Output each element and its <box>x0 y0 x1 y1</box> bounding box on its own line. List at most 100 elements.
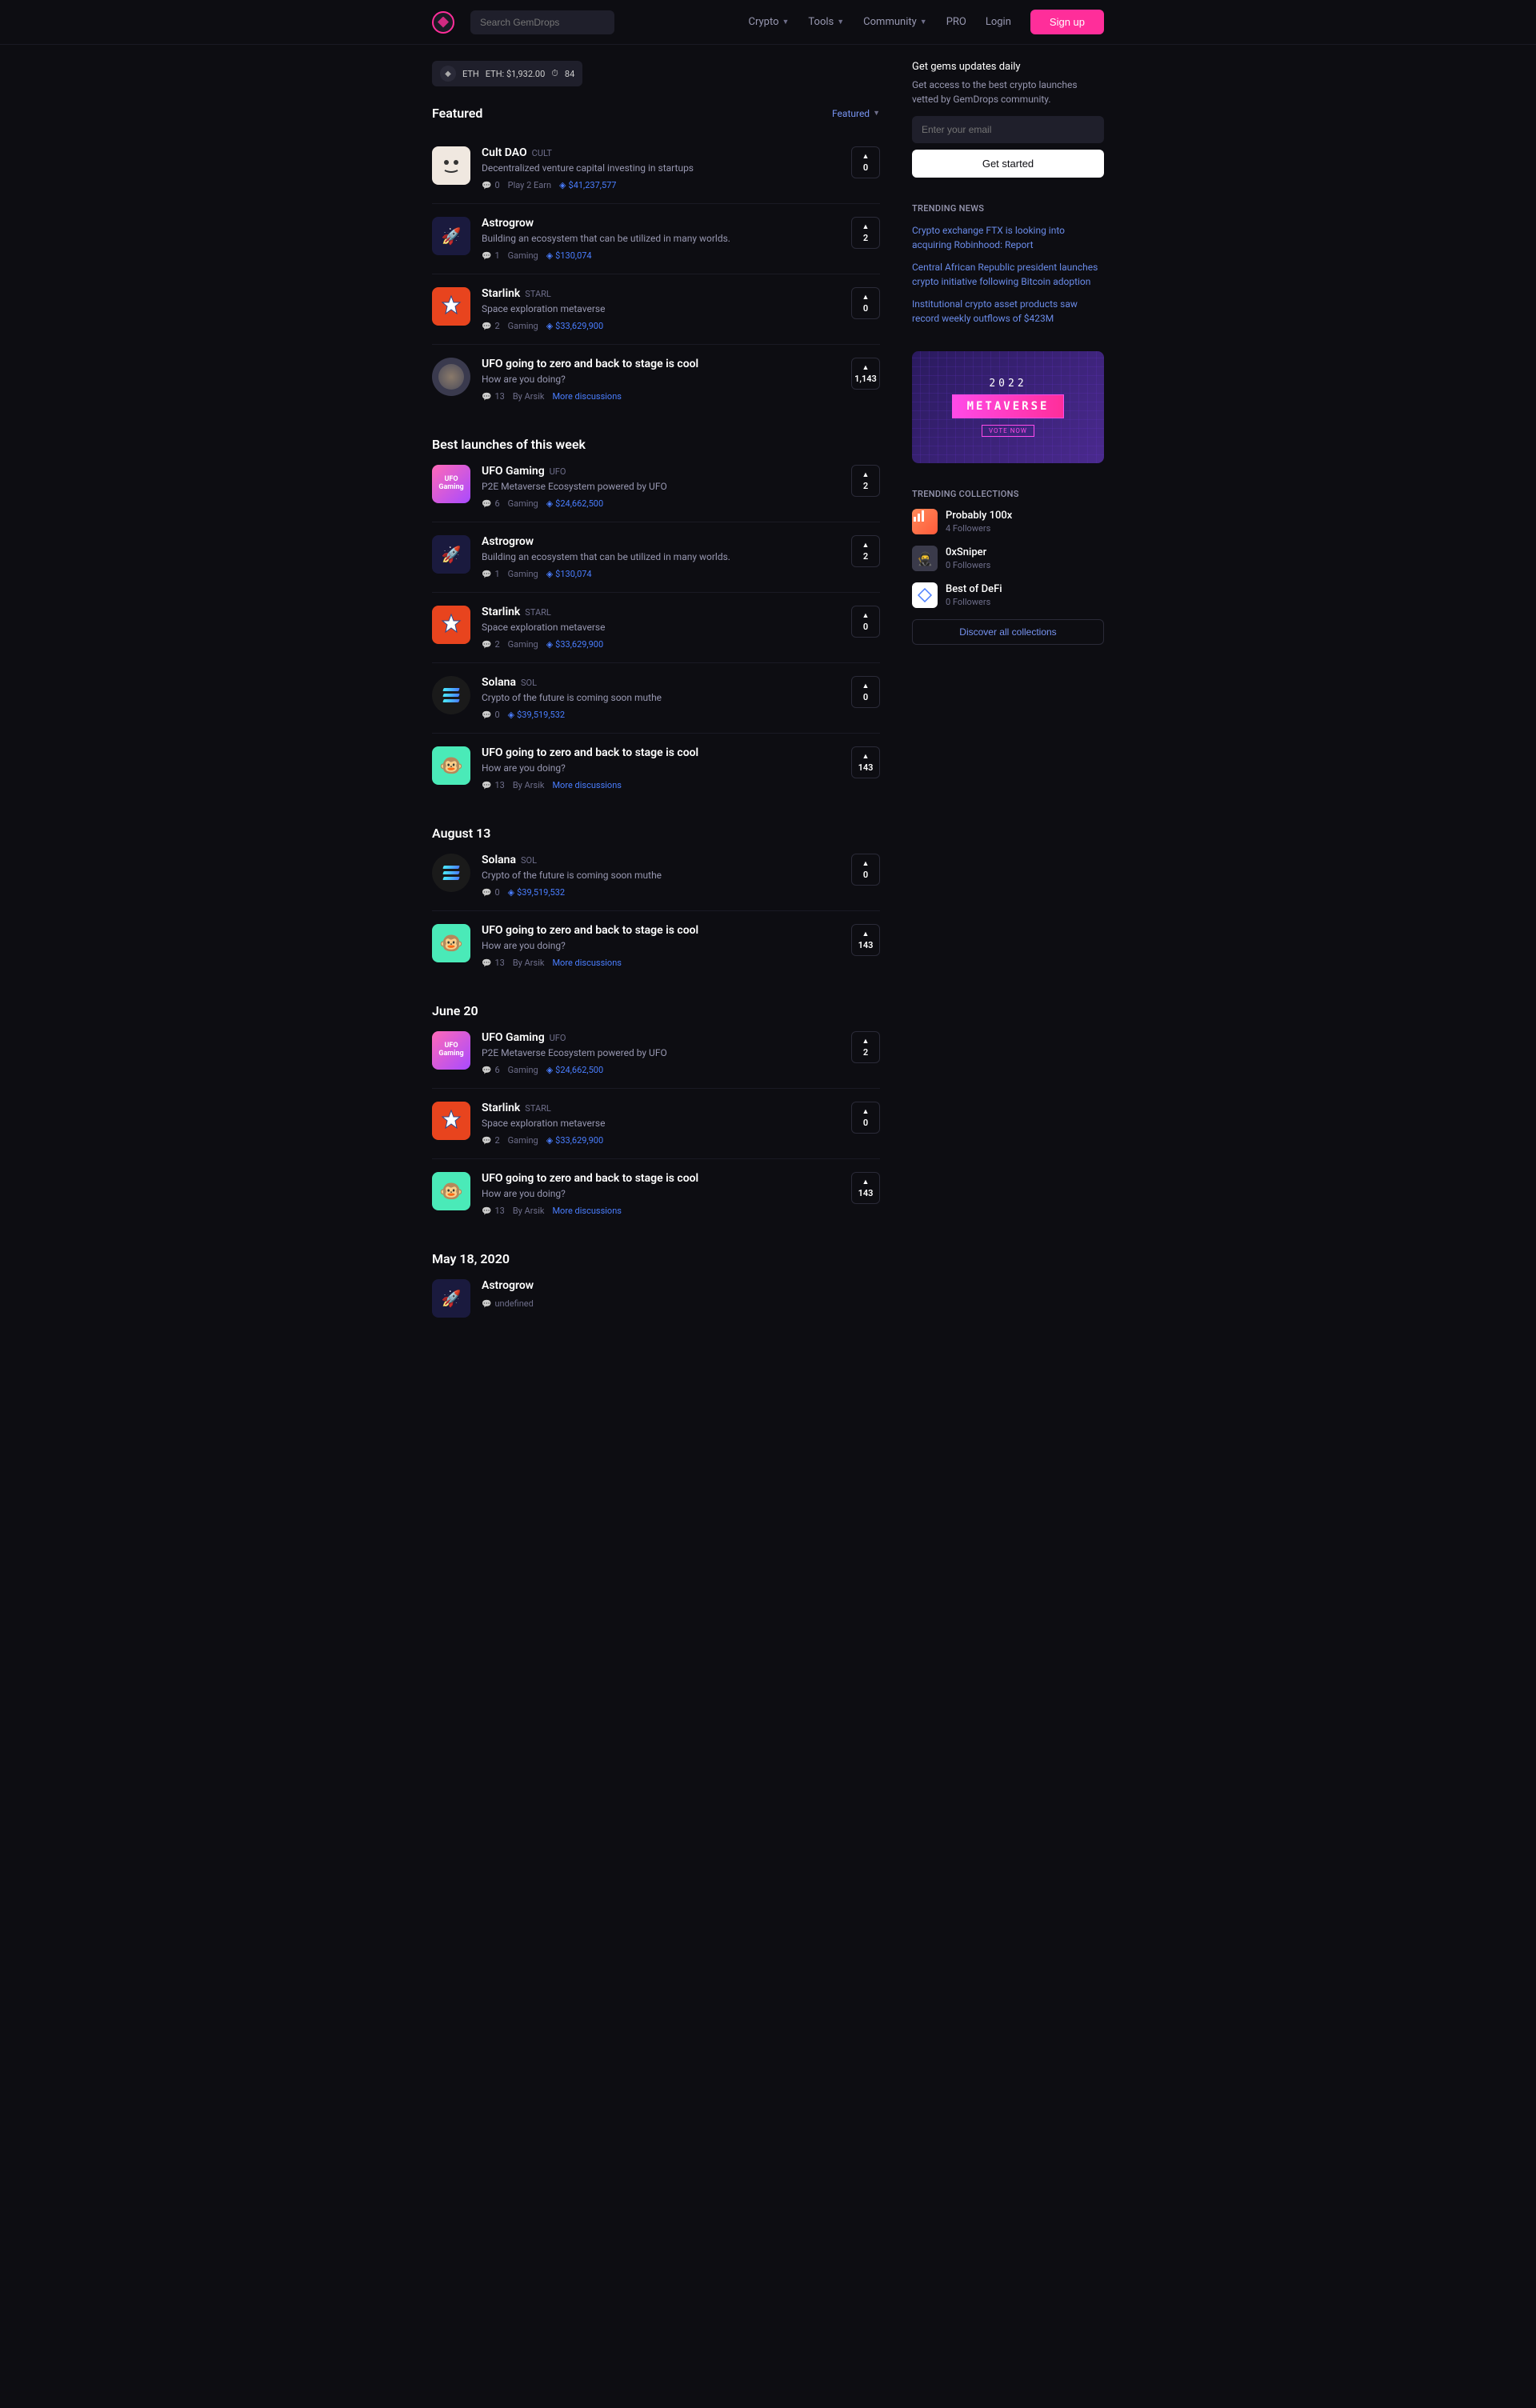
launch-card[interactable]: UFOGaming UFO Gaming UFO P2E Metaverse E… <box>432 1018 880 1089</box>
more-discussions[interactable]: More discussions <box>552 391 622 402</box>
upvote-button[interactable]: ▲ 143 <box>851 746 880 778</box>
launch-card[interactable]: UFOGaming UFO Gaming UFO P2E Metaverse E… <box>432 452 880 522</box>
category-tag[interactable]: Gaming <box>508 498 538 509</box>
up-arrow-icon: ▲ <box>862 1178 870 1186</box>
promo-banner[interactable]: 2022 METAVERSE VOTE NOW <box>912 351 1104 463</box>
more-discussions[interactable]: More discussions <box>552 1206 622 1216</box>
market-cap: $39,519,532 <box>508 887 565 898</box>
logo[interactable] <box>432 11 454 34</box>
card-name: Astrogrow <box>482 535 534 548</box>
card-name: Starlink <box>482 1102 520 1114</box>
category-tag[interactable]: Gaming <box>508 569 538 579</box>
upvote-button[interactable]: ▲ 143 <box>851 1172 880 1204</box>
market-cap: $39,519,532 <box>508 710 565 720</box>
author[interactable]: By Arsik <box>513 780 545 790</box>
upvote-button[interactable]: ▲ 2 <box>851 535 880 567</box>
nav-crypto[interactable]: Crypto▼ <box>749 16 790 28</box>
launch-card[interactable]: 🐵 UFO going to zero and back to stage is… <box>432 911 880 981</box>
comment-count: 13 <box>482 958 505 968</box>
category-tag[interactable]: Gaming <box>508 250 538 261</box>
solana-icon <box>432 854 470 892</box>
launch-card[interactable]: Starlink STARL Space exploration metaver… <box>432 593 880 663</box>
collection-followers: 4 Followers <box>946 523 1012 534</box>
comment-count: 2 <box>482 1135 500 1146</box>
card-description: Building an ecosystem that can be utiliz… <box>482 233 840 244</box>
category-tag[interactable]: Gaming <box>508 639 538 650</box>
vote-count: 2 <box>863 481 868 491</box>
launch-card[interactable]: 🐵 UFO going to zero and back to stage is… <box>432 1159 880 1229</box>
signup-button[interactable]: Sign up <box>1030 10 1104 34</box>
trending-collections-title: TRENDING COLLECTIONS <box>912 489 1104 499</box>
nav-tools[interactable]: Tools▼ <box>808 16 844 28</box>
launch-card[interactable]: Starlink STARL Space exploration metaver… <box>432 274 880 345</box>
vote-count: 0 <box>863 692 868 702</box>
email-input[interactable] <box>912 116 1104 143</box>
upvote-button[interactable]: ▲ 0 <box>851 1102 880 1134</box>
eth-badge[interactable]: ◆ ETH ETH: $1,932.00 ⏱ 84 <box>432 61 582 86</box>
card-name: Cult DAO <box>482 146 527 159</box>
category-tag[interactable]: Gaming <box>508 1135 538 1146</box>
news-item[interactable]: Central African Republic president launc… <box>912 260 1104 289</box>
launch-card[interactable]: Cult DAO CULT Decentralized venture capi… <box>432 134 880 204</box>
more-discussions[interactable]: More discussions <box>552 958 622 968</box>
launch-card[interactable]: 🐵 UFO going to zero and back to stage is… <box>432 734 880 803</box>
featured-dropdown[interactable]: Featured▼ <box>832 108 880 119</box>
author[interactable]: By Arsik <box>513 1206 545 1216</box>
upvote-button[interactable]: ▲ 0 <box>851 606 880 638</box>
category-tag[interactable]: Gaming <box>508 321 538 331</box>
solana-icon <box>432 676 470 714</box>
upvote-button[interactable]: ▲ 0 <box>851 146 880 178</box>
card-description: P2E Metaverse Ecosystem powered by UFO <box>482 1047 840 1058</box>
discover-button[interactable]: Discover all collections <box>912 619 1104 645</box>
card-name: UFO going to zero and back to stage is c… <box>482 924 698 937</box>
nav-community[interactable]: Community▼ <box>863 16 927 28</box>
nav-login[interactable]: Login <box>986 16 1011 28</box>
launch-card[interactable]: Solana SOL Crypto of the future is comin… <box>432 841 880 911</box>
upvote-button[interactable]: ▲ 2 <box>851 465 880 497</box>
market-cap: $33,629,900 <box>546 321 603 331</box>
news-item[interactable]: Crypto exchange FTX is looking into acqu… <box>912 223 1104 252</box>
upvote-button[interactable]: ▲ 1,143 <box>851 358 880 390</box>
search-input[interactable] <box>470 10 614 34</box>
comment-count: 1 <box>482 250 500 261</box>
card-name: UFO going to zero and back to stage is c… <box>482 358 698 370</box>
author[interactable]: By Arsik <box>513 958 545 968</box>
collection-item[interactable]: 🥷 0xSniper 0 Followers <box>912 546 1104 571</box>
launch-card[interactable]: UFO going to zero and back to stage is c… <box>432 345 880 414</box>
market-cap: $41,237,577 <box>559 180 616 190</box>
upvote-button[interactable]: ▲ 143 <box>851 924 880 956</box>
eth-symbol: ETH <box>462 69 479 79</box>
up-arrow-icon: ▲ <box>862 152 870 161</box>
collection-item[interactable]: Best of DeFi 0 Followers <box>912 582 1104 608</box>
upvote-button[interactable]: ▲ 0 <box>851 676 880 708</box>
news-item[interactable]: Institutional crypto asset products saw … <box>912 297 1104 326</box>
launch-card[interactable]: 🚀 Astrogrow Building an ecosystem that c… <box>432 204 880 274</box>
launch-card[interactable]: 🚀 Astrogrow Building an ecosystem that c… <box>432 522 880 593</box>
ape-icon: 🐵 <box>432 924 470 962</box>
starlink-icon <box>432 1102 470 1140</box>
ufo-disc-icon <box>432 358 470 396</box>
nav-pro[interactable]: PRO <box>946 16 966 28</box>
card-name: Astrogrow <box>482 217 534 230</box>
launch-card[interactable]: Starlink STARL Space exploration metaver… <box>432 1089 880 1159</box>
ape-icon: 🐵 <box>432 1172 470 1210</box>
get-started-button[interactable]: Get started <box>912 150 1104 178</box>
starlink-icon <box>432 287 470 326</box>
category-tag[interactable]: Play 2 Earn <box>508 180 551 190</box>
card-ticker: SOL <box>521 855 537 866</box>
up-arrow-icon: ▲ <box>862 682 870 690</box>
card-ticker: STARL <box>525 289 551 299</box>
upvote-button[interactable]: ▲ 2 <box>851 217 880 249</box>
upvote-button[interactable]: ▲ 0 <box>851 287 880 319</box>
upvote-button[interactable]: ▲ 2 <box>851 1031 880 1063</box>
category-tag[interactable]: Gaming <box>508 1065 538 1075</box>
author[interactable]: By Arsik <box>513 391 545 402</box>
trending-news-title: TRENDING NEWS <box>912 203 1104 214</box>
card-description: Decentralized venture capital investing … <box>482 162 840 174</box>
more-discussions[interactable]: More discussions <box>552 780 622 790</box>
upvote-button[interactable]: ▲ 0 <box>851 854 880 886</box>
collection-item[interactable]: Probably 100x 4 Followers <box>912 509 1104 534</box>
launch-card[interactable]: 🚀 Astrogrow undefined <box>432 1266 880 1330</box>
launch-card[interactable]: Solana SOL Crypto of the future is comin… <box>432 663 880 734</box>
market-cap: $130,074 <box>546 250 592 261</box>
